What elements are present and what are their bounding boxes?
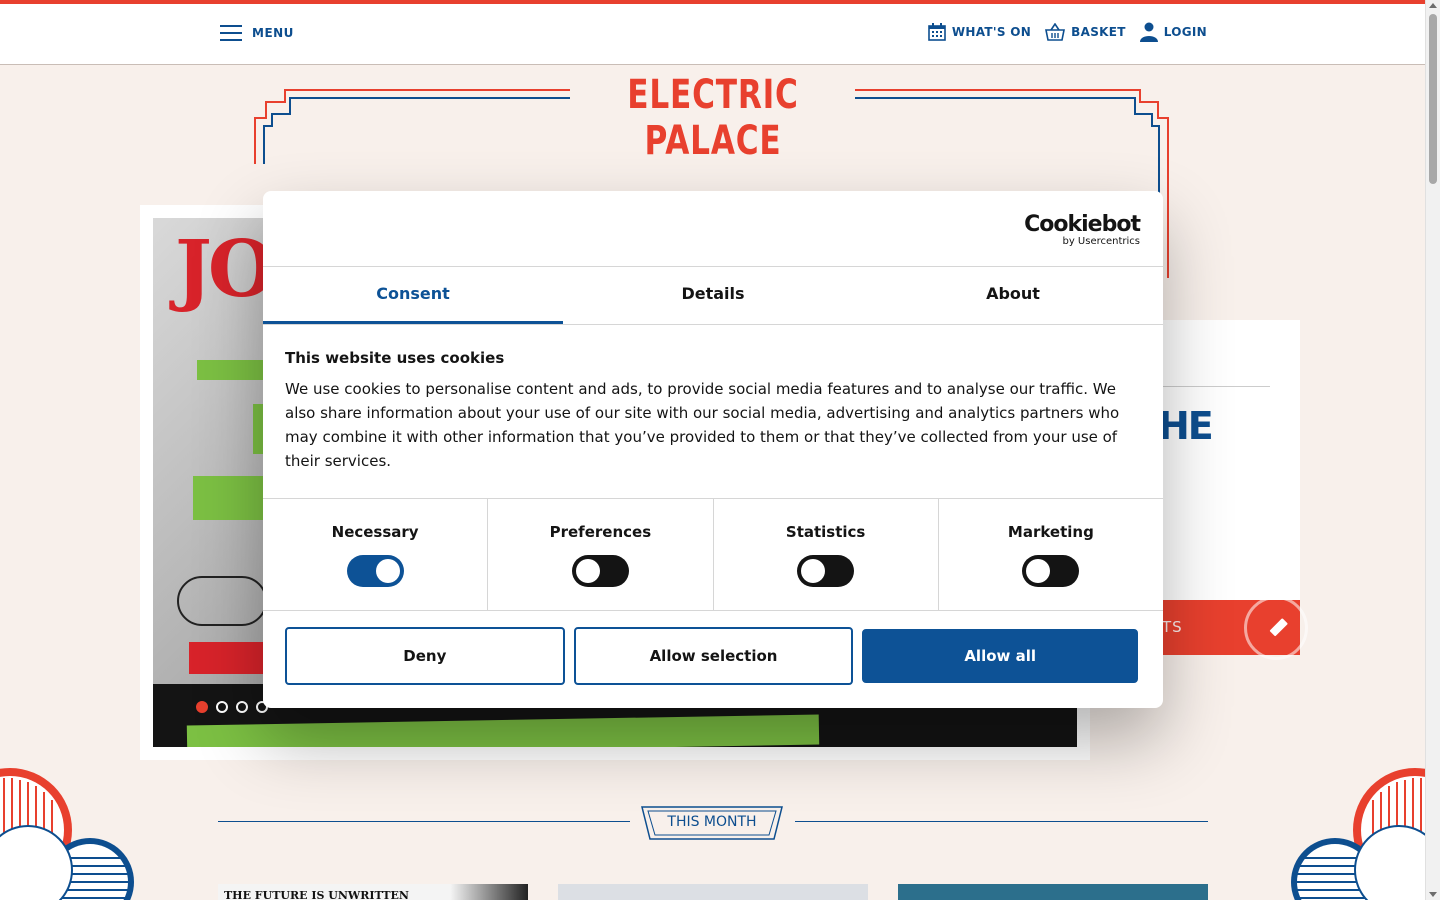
toggle-marketing[interactable]	[1022, 555, 1080, 587]
whats-on-link[interactable]: WHAT'S ON	[928, 23, 1031, 41]
nav-links: WHAT'S ON BASKET LOGIN	[928, 22, 1207, 42]
toggle-necessary[interactable]	[346, 555, 404, 587]
event-thumbnail[interactable]: THE FUTURE IS UNWRITTEN	[218, 884, 528, 900]
decorative-circles-right	[1291, 768, 1425, 900]
hamburger-icon	[220, 25, 242, 41]
toggle-knob	[1026, 559, 1051, 583]
basket-link[interactable]: BASKET	[1045, 23, 1126, 41]
event-thumbnail[interactable]	[558, 884, 868, 900]
tab-details[interactable]: Details	[563, 267, 863, 324]
cookie-category-toggles: Necessary Preferences Statistics Marketi…	[263, 499, 1163, 611]
toggle-group-preferences: Preferences	[488, 499, 714, 610]
slider-dot[interactable]	[236, 701, 248, 713]
cookiebot-logo-byline: by Usercentrics	[1062, 236, 1140, 247]
divider	[1160, 386, 1270, 387]
cookie-title: This website uses cookies	[285, 349, 505, 367]
toggle-label-necessary: Necessary	[331, 523, 419, 541]
menu-button[interactable]: MENU	[220, 24, 294, 42]
menu-label: MENU	[252, 26, 294, 40]
decorative-circles-left	[0, 768, 134, 900]
cookie-description: We use cookies to personalise content an…	[285, 380, 1120, 470]
cookie-consent-body: This website uses cookies We use cookies…	[263, 325, 1163, 499]
basket-label: BASKET	[1071, 25, 1126, 39]
allow-selection-button[interactable]: Allow selection	[573, 627, 854, 685]
this-month-label: THIS MONTH	[667, 814, 757, 830]
toggle-knob	[575, 559, 600, 583]
user-icon	[1139, 22, 1158, 42]
section-divider-right	[795, 821, 1208, 822]
event-heading: HE	[1158, 404, 1214, 448]
toggle-statistics[interactable]	[797, 555, 855, 587]
toggle-group-marketing: Marketing	[939, 499, 1163, 610]
toggle-knob	[801, 559, 826, 583]
top-navbar: MENU WHAT'S ON BASKET LOGIN	[0, 4, 1425, 65]
tab-consent[interactable]: Consent	[263, 267, 563, 324]
toggle-knob	[375, 559, 400, 583]
section-divider-left	[218, 821, 630, 822]
scroll-up-arrow-icon[interactable]	[1429, 3, 1437, 8]
login-label: LOGIN	[1163, 25, 1207, 39]
cookie-dialog-header: Cookiebot by Usercentrics	[263, 191, 1163, 267]
slider-dot[interactable]	[196, 701, 208, 713]
cookie-tabs: Consent Details About	[263, 267, 1163, 325]
slider-dots	[196, 701, 268, 713]
ticket-icon	[1269, 618, 1288, 637]
tab-about[interactable]: About	[863, 267, 1163, 324]
cookiebot-logo-name: Cookiebot	[1024, 212, 1141, 237]
toggle-group-statistics: Statistics	[714, 499, 939, 610]
toggle-label-statistics: Statistics	[785, 523, 866, 541]
whats-on-label: WHAT'S ON	[951, 25, 1032, 39]
cookie-consent-dialog: Cookiebot by Usercentrics Consent Detail…	[263, 191, 1163, 708]
cookie-action-buttons: Deny Allow selection Allow all	[263, 611, 1163, 685]
scrollbar-thumb[interactable]	[1429, 14, 1437, 184]
page-scrollbar[interactable]	[1425, 0, 1440, 900]
site-logo[interactable]: ELECTRIC PALACE	[603, 72, 823, 164]
this-month-heading: THIS MONTH	[641, 806, 783, 840]
poster-graphic: JO	[175, 224, 276, 315]
toggle-preferences[interactable]	[571, 555, 629, 587]
allow-all-button[interactable]: Allow all	[862, 629, 1139, 683]
poster-laurel	[177, 576, 267, 626]
toggle-label-marketing: Marketing	[1007, 523, 1094, 541]
book-tickets-label: TS	[1162, 618, 1183, 636]
toggle-label-preferences: Preferences	[549, 523, 652, 541]
calendar-icon	[928, 23, 946, 41]
scroll-down-arrow-icon[interactable]	[1429, 892, 1437, 897]
deny-button[interactable]: Deny	[285, 627, 565, 685]
cookiebot-logo[interactable]: Cookiebot by Usercentrics	[1024, 212, 1141, 247]
login-link[interactable]: LOGIN	[1139, 22, 1207, 42]
event-thumbnail[interactable]	[898, 884, 1208, 900]
slider-dot[interactable]	[216, 701, 228, 713]
basket-icon	[1045, 23, 1066, 41]
toggle-group-necessary: Necessary	[263, 499, 489, 610]
thumbnail-title: THE FUTURE IS UNWRITTEN	[224, 889, 409, 900]
